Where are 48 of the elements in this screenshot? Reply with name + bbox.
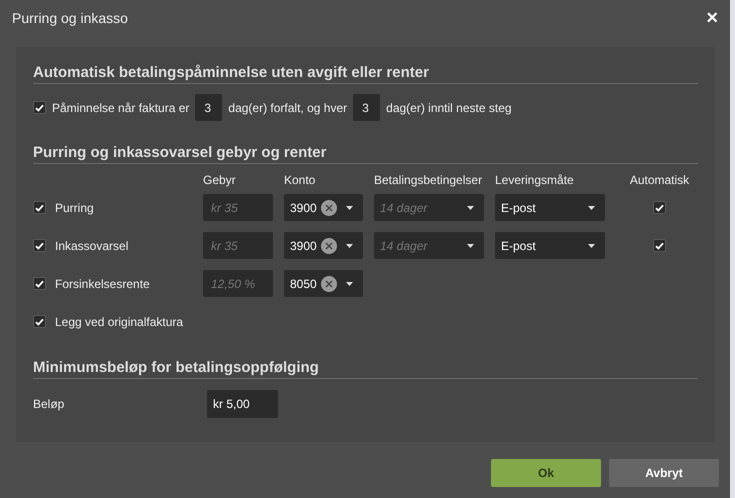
column-header: Leveringsmåte <box>495 173 575 187</box>
column-header: Automatisk <box>628 173 690 187</box>
checkbox[interactable] <box>33 277 46 290</box>
row-label: Forsinkelsesrente <box>55 276 150 290</box>
days-field[interactable]: 3 <box>353 94 380 121</box>
dialog-title: Purring og inkasso <box>12 10 129 26</box>
reminder-text: dag(er) inntil neste steg <box>386 100 512 114</box>
checkbox[interactable] <box>33 315 46 328</box>
delivery-select[interactable]: E-post <box>495 232 605 259</box>
account-select[interactable]: 3900 <box>284 194 363 221</box>
caret-icon <box>588 244 595 248</box>
close-icon[interactable]: × <box>706 8 718 28</box>
amount-label: Beløp <box>33 397 66 411</box>
reminder-text: dag(er) forfalt, og hver <box>228 100 348 114</box>
days-field[interactable]: 3 <box>195 94 222 121</box>
column-header: Betalingsbetingelser <box>374 173 484 187</box>
row-label: Legg ved originalfaktura <box>55 314 184 328</box>
reminder-text: Påminnelse når faktura er <box>52 100 190 114</box>
row-label: Purring <box>55 200 94 214</box>
column-header: Konto <box>284 173 316 187</box>
checkbox[interactable] <box>653 201 666 214</box>
cancel-button[interactable]: Avbryt <box>609 459 719 487</box>
clear-icon[interactable] <box>320 200 337 216</box>
checkbox[interactable] <box>33 239 46 252</box>
caret-icon <box>588 206 595 210</box>
fee-field[interactable]: kr 35 <box>203 232 273 259</box>
account-select[interactable]: 8050 <box>284 270 363 297</box>
checkbox[interactable] <box>33 101 46 114</box>
checkbox[interactable] <box>33 201 46 214</box>
section-heading: Purring og inkassovarsel gebyr og renter <box>33 144 698 164</box>
amount-field[interactable]: kr 5,00 <box>207 390 278 418</box>
section-heading: Automatisk betalingspåminnelse uten avgift eller renter <box>33 64 698 84</box>
delivery-select[interactable]: E-post <box>495 194 605 221</box>
clear-icon[interactable] <box>320 238 337 254</box>
fee-field[interactable]: kr 35 <box>203 194 273 221</box>
caret-icon <box>346 282 353 286</box>
clear-icon[interactable] <box>320 276 337 292</box>
caret-icon <box>346 206 353 210</box>
caret-icon <box>467 206 474 210</box>
column-header: Gebyr <box>203 173 237 187</box>
ok-button[interactable]: Ok <box>491 459 601 487</box>
checkbox[interactable] <box>653 239 666 252</box>
fee-field[interactable]: 12,50 % <box>203 270 273 297</box>
row-label: Inkassovarsel <box>55 238 128 252</box>
account-select[interactable]: 3900 <box>284 232 363 259</box>
caret-icon <box>467 244 474 248</box>
section-heading: Minimumsbeløp for betalingsoppfølging <box>33 359 698 379</box>
caret-icon <box>346 244 353 248</box>
